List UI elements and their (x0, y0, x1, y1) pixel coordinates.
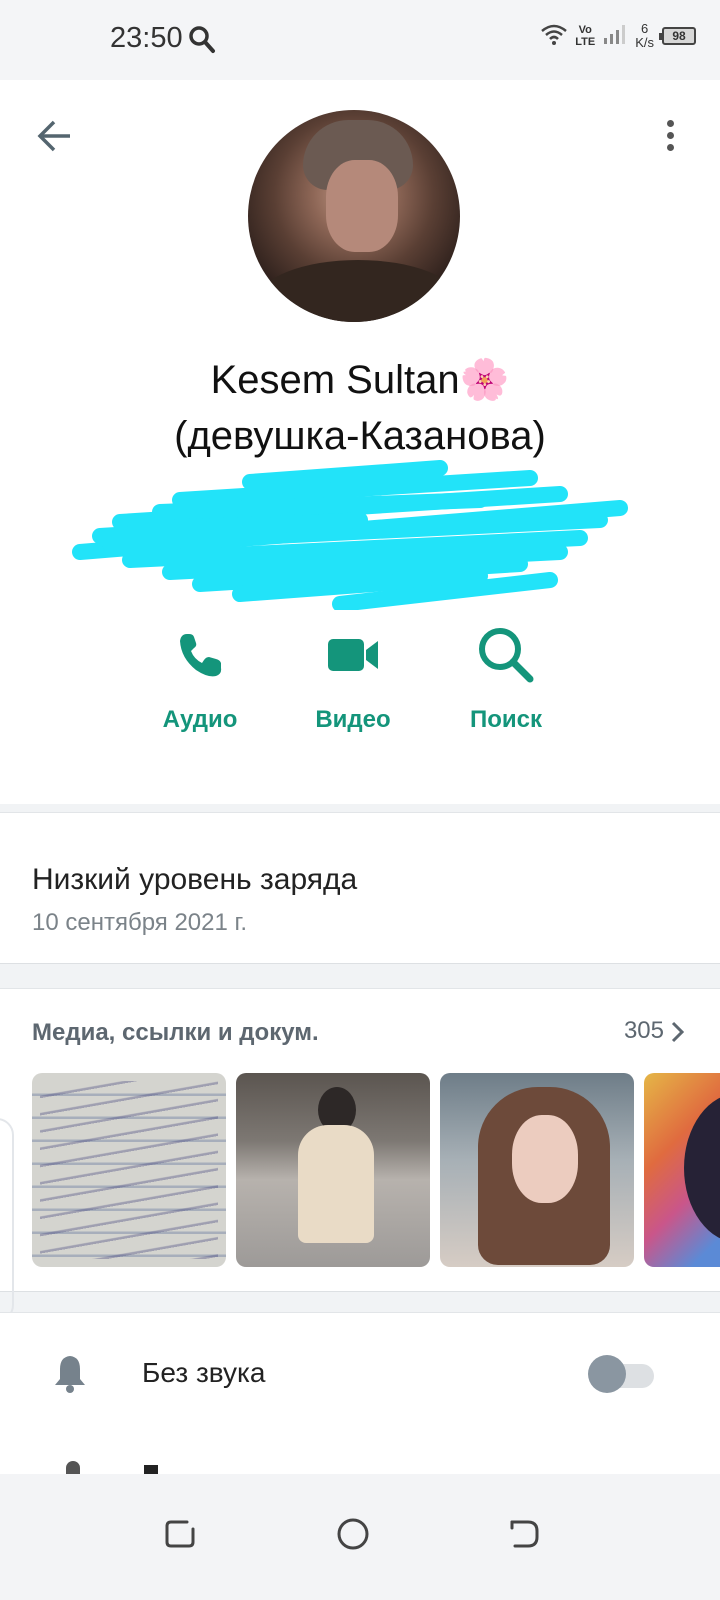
edge-panel-handle[interactable] (0, 1118, 14, 1322)
video-camera-icon (288, 620, 418, 690)
media-thumbnail[interactable] (644, 1073, 720, 1267)
home-button[interactable] (323, 1504, 383, 1564)
contact-name-line2: (девушка-Казанова) (174, 414, 546, 458)
back-button[interactable] (32, 114, 76, 158)
mute-row[interactable]: Без звука (0, 1343, 720, 1403)
media-title[interactable]: Медиа, ссылки и докум. (32, 1019, 319, 1047)
search-button[interactable]: Поиск (441, 620, 571, 734)
more-vertical-icon (666, 120, 674, 127)
contact-name: Kesem Sultan🌸 (девушка-Казанова) (0, 352, 720, 464)
more-options-button[interactable] (662, 116, 678, 160)
wifi-icon (541, 23, 568, 50)
recents-icon (165, 1520, 195, 1548)
avatar[interactable] (248, 110, 460, 322)
mute-toggle[interactable] (588, 1355, 654, 1393)
media-thumbnail[interactable] (440, 1073, 634, 1267)
battery-icon: 98 (659, 27, 696, 45)
network-speed: 6 K/s (635, 21, 654, 50)
next-row-icon (62, 1461, 82, 1475)
media-section: Медиа, ссылки и докум. 305 (0, 988, 720, 1292)
audio-label: Аудио (162, 706, 238, 733)
bell-icon (52, 1353, 88, 1398)
back-nav-button[interactable] (494, 1504, 554, 1564)
video-call-button[interactable]: Видео (288, 620, 418, 734)
system-nav-bar (0, 1474, 720, 1600)
signal-icon (603, 23, 627, 50)
media-thumbnail[interactable] (32, 1073, 226, 1267)
about-text: Низкий уровень заряда (32, 863, 358, 896)
contact-name-line1: Kesem Sultan🌸 (210, 358, 510, 402)
chevron-right-icon[interactable] (670, 1021, 685, 1048)
arrow-left-icon (37, 120, 70, 152)
about-card[interactable]: Низкий уровень заряда 10 сентября 2021 г… (0, 812, 720, 964)
about-date: 10 сентября 2021 г. (32, 909, 247, 936)
status-bar: 23:50 Vo LTE 6 K/s 98 (0, 0, 720, 80)
network-type: Vo LTE (575, 24, 596, 48)
audio-call-button[interactable]: Аудио (135, 620, 265, 734)
recents-button[interactable] (150, 1504, 210, 1564)
status-time: 23:50 (110, 22, 183, 54)
phone-icon (135, 620, 265, 690)
video-label: Видео (315, 706, 391, 733)
redaction-scribble (72, 460, 628, 610)
home-icon (337, 1518, 369, 1550)
media-count[interactable]: 305 (624, 1017, 664, 1045)
mute-label: Без звука (142, 1357, 266, 1388)
media-thumbnail[interactable] (236, 1073, 430, 1267)
search-icon (441, 620, 571, 690)
settings-section: Без звука (0, 1312, 720, 1475)
search-label: Поиск (469, 706, 543, 733)
profile-card: Kesem Sultan🌸 (девушка-Казанова) Аудио В… (0, 80, 720, 804)
status-search-icon (188, 24, 216, 59)
back-nav-icon (510, 1520, 539, 1548)
status-icons: Vo LTE 6 K/s 98 (541, 22, 696, 50)
